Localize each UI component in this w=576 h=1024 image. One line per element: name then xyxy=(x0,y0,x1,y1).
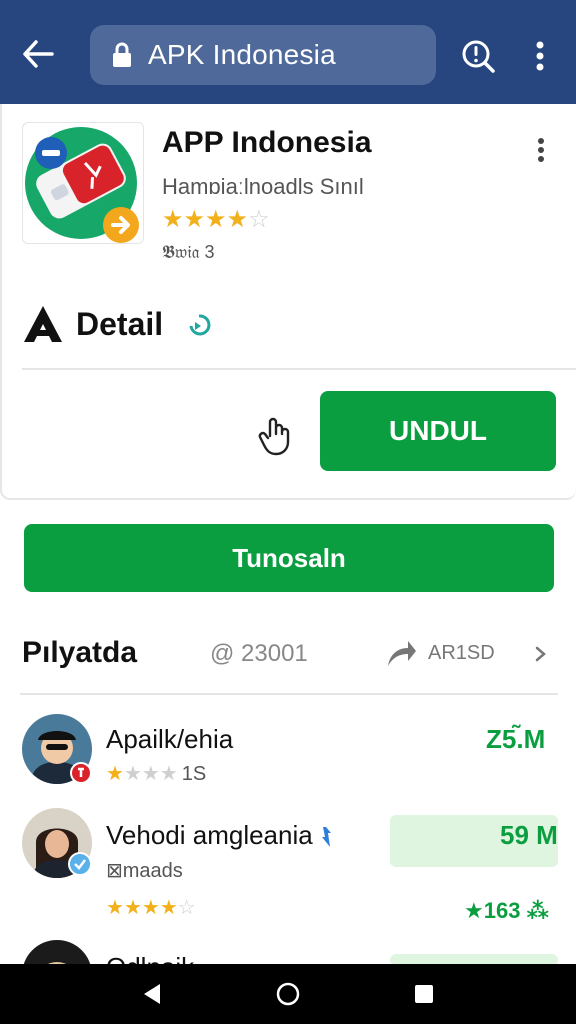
star-empty-icon: ★ xyxy=(123,763,142,785)
system-navigation-bar xyxy=(0,964,576,1024)
app-title: APP Indonesia xyxy=(162,126,372,159)
address-bar[interactable]: APK Indonesia xyxy=(90,25,436,85)
item-subtitle: ⊠maads xyxy=(106,860,183,882)
item-size: 59 M xyxy=(500,820,558,850)
back-arrow-icon[interactable] xyxy=(18,34,58,74)
star-icon: ★ xyxy=(205,206,227,233)
hand-pointer-icon xyxy=(258,417,290,456)
primary-button[interactable]: Tunosaln xyxy=(24,524,554,592)
rating-count: 1S xyxy=(181,763,207,785)
app-more-icon[interactable] xyxy=(530,132,552,168)
detail-header: Detail xyxy=(22,304,213,344)
a-logo-icon xyxy=(24,306,62,342)
item-rating: ★ ★ ★ ★ 1S xyxy=(106,764,206,784)
item-name[interactable]: Apailk/ehia xyxy=(106,724,233,755)
app-meta: 𝕭𝔴𝔦𝔞 3 xyxy=(162,242,215,262)
item-name[interactable]: Vehodi amgleania xyxy=(106,820,332,851)
download-button[interactable]: UNDUL xyxy=(320,391,556,471)
divider xyxy=(20,693,558,695)
app-badge-icon xyxy=(68,852,92,876)
nav-recents-icon[interactable] xyxy=(414,984,434,1004)
star-icon: ★ xyxy=(123,897,142,919)
star-empty-icon: ☆ xyxy=(248,206,270,233)
nav-back-icon[interactable] xyxy=(140,982,164,1006)
app-developer: Hamɒiaːlnoadls Sınıl xyxy=(162,174,364,199)
address-text: APK Indonesia xyxy=(148,39,336,70)
chevron-right-icon[interactable] xyxy=(534,644,548,664)
app-badge-icon xyxy=(70,762,92,784)
search-alert-icon[interactable] xyxy=(458,36,498,76)
star-icon: ★ xyxy=(106,763,124,785)
item-rating: ★ ★ ★ ★ ☆ xyxy=(106,898,196,918)
star-icon: ★ xyxy=(141,897,160,919)
verified-icon xyxy=(321,827,331,848)
app-rating: ★ ★ ★ ★ ☆ xyxy=(162,208,270,232)
nav-home-icon[interactable] xyxy=(276,982,300,1006)
share-label[interactable]: AR1SD xyxy=(428,642,495,665)
more-vertical-icon[interactable] xyxy=(526,36,554,76)
star-empty-icon: ★ xyxy=(159,763,178,785)
detail-title: Detail xyxy=(76,305,164,342)
star-icon: ★ xyxy=(106,897,124,919)
browser-toolbar: APK Indonesia xyxy=(0,0,576,104)
item-rating-text: ★163 ⁂ xyxy=(464,898,550,923)
app-card: APP Indonesia Hamɒiaːlnoadls Sınıl ★ ★ ★… xyxy=(0,104,576,500)
section-count: @ 23001 xyxy=(210,640,308,667)
star-icon: ★ xyxy=(226,206,249,233)
star-empty-icon: ☆ xyxy=(177,897,196,919)
star-icon: ★ xyxy=(183,206,206,233)
star-empty-icon: ★ xyxy=(141,763,160,785)
section-title: Pılyatda xyxy=(22,636,138,669)
item-size: Z5.̃M xyxy=(486,724,546,754)
lock-icon xyxy=(110,41,134,69)
share-arrow-icon[interactable] xyxy=(384,636,418,670)
item-name-text: Vehodi amgleania xyxy=(106,820,313,850)
app-logo-icon xyxy=(22,122,144,244)
refresh-badge-icon[interactable] xyxy=(185,310,213,338)
star-icon: ★ xyxy=(162,206,184,233)
star-icon: ★ xyxy=(159,897,178,919)
divider xyxy=(22,368,576,370)
